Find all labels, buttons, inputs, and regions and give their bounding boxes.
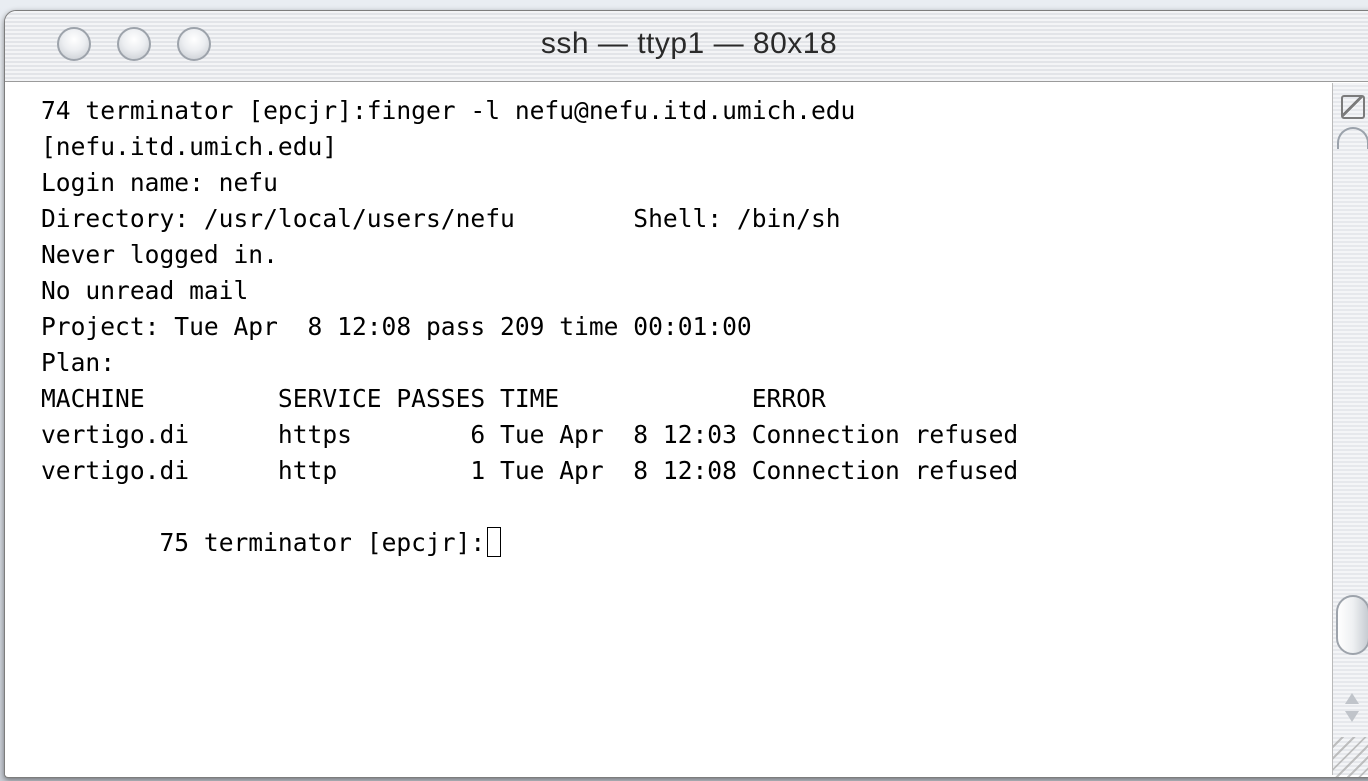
arrow-down-icon[interactable] [1345, 711, 1359, 722]
terminal-prompt-line[interactable]: 75 terminator [epcjr]: [41, 489, 502, 557]
desktop-background: ssh — ttyp1 — 80x18 74 terminator [epcjr… [0, 0, 1368, 781]
terminal-line: No unread mail [41, 276, 249, 305]
terminal-line: Directory: /usr/local/users/nefu Shell: … [41, 204, 841, 233]
terminal-line: MACHINE SERVICE PASSES TIME ERROR [41, 384, 826, 413]
terminal-line: Login name: nefu [41, 168, 278, 197]
terminal-line: vertigo.di http 1 Tue Apr 8 12:08 Connec… [41, 456, 1019, 485]
resize-grip-icon[interactable] [1333, 737, 1368, 777]
window-titlebar[interactable]: ssh — ttyp1 — 80x18 [5, 11, 1368, 82]
text-cursor [487, 527, 502, 557]
terminal-line: vertigo.di https 6 Tue Apr 8 12:03 Conne… [41, 420, 1019, 449]
scroll-thumb[interactable] [1336, 595, 1368, 655]
terminal-line: Project: Tue Apr 8 12:08 pass 209 time 0… [41, 312, 752, 341]
terminal-line: 74 terminator [epcjr]:finger -l nefu@nef… [41, 96, 856, 125]
terminal-window: ssh — ttyp1 — 80x18 74 terminator [epcjr… [4, 10, 1368, 778]
terminal-line: [nefu.itd.umich.edu] [41, 132, 338, 161]
scroll-track-top [1337, 127, 1368, 149]
terminal-content[interactable]: 74 terminator [epcjr]:finger -l nefu@nef… [5, 83, 1333, 775]
vertical-scrollbar[interactable] [1332, 83, 1368, 775]
terminal-line: Plan: [41, 348, 116, 377]
shell-prompt: 75 terminator [epcjr]: [159, 528, 486, 557]
terminal-line: Never logged in. [41, 240, 278, 269]
window-title: ssh — ttyp1 — 80x18 [540, 27, 838, 60]
split-pane-icon[interactable] [1341, 95, 1365, 119]
arrow-up-icon[interactable] [1345, 693, 1359, 704]
